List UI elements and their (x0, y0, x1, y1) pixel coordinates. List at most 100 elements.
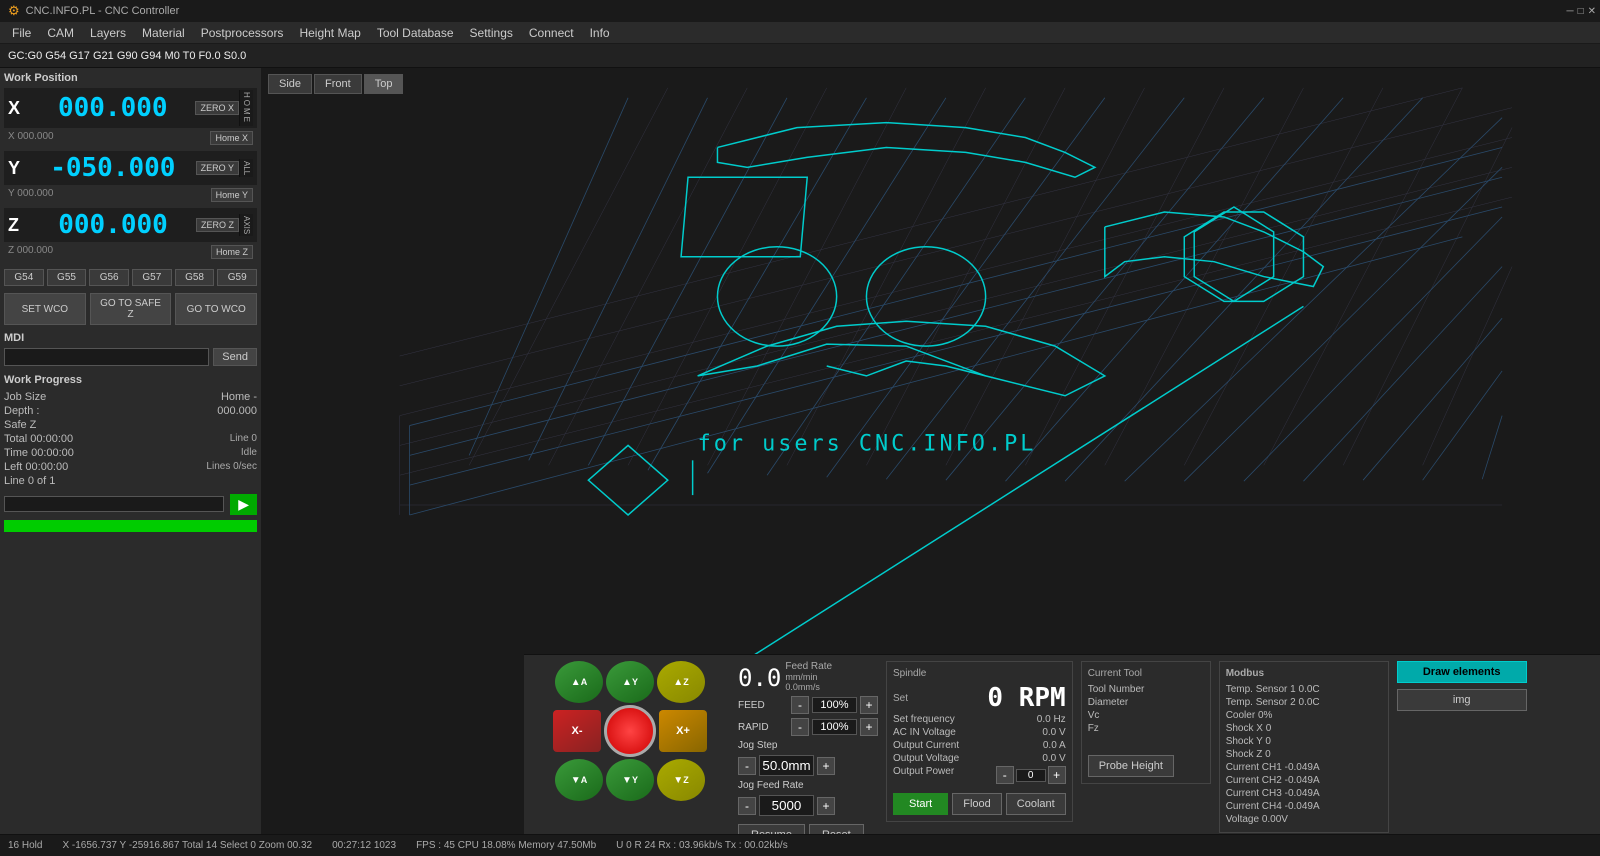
menu-item-file[interactable]: File (4, 24, 39, 42)
jog-step-minus-button[interactable]: - (738, 757, 756, 775)
voltage-label: Voltage (1226, 814, 1259, 825)
menu-item-layers[interactable]: Layers (82, 24, 134, 42)
cnc-3d-view: for users CNC.INFO.PL (262, 68, 1600, 654)
set-wco-button[interactable]: SET WCO (4, 293, 86, 325)
feed-minus-button[interactable]: - (791, 696, 809, 714)
a-plus-button[interactable]: ▲A (555, 661, 603, 703)
menu-item-cam[interactable]: CAM (39, 24, 82, 42)
gcodes-row: G54 G55 G56 G57 G58 G59 (4, 269, 257, 286)
menu-item-postprocessors[interactable]: Postprocessors (193, 24, 292, 42)
feed-plus-button[interactable]: + (860, 696, 878, 714)
close-button[interactable]: ✕ (1588, 6, 1596, 17)
reset-button[interactable]: Reset (809, 824, 864, 834)
output-voltage-label: Output Voltage (893, 753, 959, 764)
svg-text:for users CNC.INFO.PL: for users CNC.INFO.PL (698, 431, 1037, 456)
feed-pct-input[interactable] (812, 697, 857, 713)
minimize-button[interactable]: ─ (1566, 6, 1573, 17)
zero-x-button[interactable]: ZERO X (195, 101, 239, 115)
z-minus-button[interactable]: ▼Z (657, 759, 705, 801)
gcode-g54[interactable]: G54 (4, 269, 44, 286)
home-y-button[interactable]: Home Y (211, 188, 253, 202)
side-view-button[interactable]: Side (268, 74, 312, 94)
rapid-plus-button[interactable]: + (860, 718, 878, 736)
gcode-g55[interactable]: G55 (47, 269, 87, 286)
feed-area: 0.0 Feed Rate mm/min 0.0mm/s FEED - + RA… (738, 661, 878, 834)
connection-status: U 0 R 24 Rx : 03.96kb/s Tx : 00.02kb/s (616, 840, 788, 851)
resume-button[interactable]: Resume (738, 824, 805, 834)
probe-height-button[interactable]: Probe Height (1088, 755, 1174, 777)
safe-z-label: Safe Z (4, 419, 36, 431)
progress-bar (4, 496, 224, 512)
feed-mm-min: mm/min (785, 672, 817, 682)
axis-x-section: X 000.000 ZERO X HOME X 000.000 Home X (4, 88, 257, 149)
estop-button[interactable] (604, 705, 656, 757)
img-button[interactable]: img (1397, 689, 1527, 711)
set-freq-val: 0.0 Hz (1037, 714, 1066, 725)
output-power-input[interactable] (1016, 769, 1046, 782)
ch4-label: Current CH4 (1226, 801, 1282, 812)
idle-status: Idle (241, 447, 257, 459)
canvas-area[interactable]: for users CNC.INFO.PL (262, 68, 1600, 654)
temp2-val: 0.0C (1299, 697, 1320, 708)
ch1-val: -0.049A (1285, 762, 1320, 773)
jog-step-plus-button[interactable]: + (817, 757, 835, 775)
spindle-set-label: Set (893, 693, 908, 704)
front-view-button[interactable]: Front (314, 74, 362, 94)
menu-item-settings[interactable]: Settings (462, 24, 521, 42)
time-status: 00:27:12 1023 (332, 840, 396, 851)
x-plus-button[interactable]: X+ (659, 710, 707, 752)
x-minus-button[interactable]: X- (553, 710, 601, 752)
position-status: X -1656.737 Y -25916.867 Total 14 Select… (62, 840, 312, 851)
go-safe-z-button[interactable]: GO TO SAFE Z (90, 293, 172, 325)
home-x-button[interactable]: Home X (210, 131, 253, 145)
menu-item-connect[interactable]: Connect (521, 24, 582, 42)
axis-z-sub: Z 000.000 Home Z (4, 244, 257, 260)
work-progress-section: Work Progress Job Size Home - Depth : 00… (4, 374, 257, 536)
modbus-title: Modbus (1226, 668, 1382, 679)
send-button[interactable]: Send (213, 348, 257, 366)
top-view-button[interactable]: Top (364, 74, 404, 94)
go-wco-button[interactable]: GO TO WCO (175, 293, 257, 325)
lines-sec: Lines 0/sec (206, 461, 257, 473)
axis-y-label: Y (8, 158, 30, 179)
jog-feed-input[interactable] (759, 795, 814, 816)
play-button[interactable]: ▶ (230, 494, 257, 515)
jog-feed-plus-button[interactable]: + (817, 797, 835, 815)
menu-item-tool database[interactable]: Tool Database (369, 24, 462, 42)
home-z-button[interactable]: Home Z (211, 245, 253, 259)
menu-item-info[interactable]: Info (582, 24, 618, 42)
green-bar (4, 520, 257, 532)
gcode-g57[interactable]: G57 (132, 269, 172, 286)
y-minus-button[interactable]: ▼Y (606, 759, 654, 801)
start-button[interactable]: Start (893, 793, 948, 815)
rapid-minus-button[interactable]: - (791, 718, 809, 736)
jog-feed-minus-button[interactable]: - (738, 797, 756, 815)
jog-step-input[interactable] (759, 755, 814, 776)
output-power-plus[interactable]: + (1048, 766, 1066, 784)
gcode-g56[interactable]: G56 (89, 269, 129, 286)
a-minus-button[interactable]: ▼A (555, 759, 603, 801)
maximize-button[interactable]: □ (1578, 6, 1584, 17)
zero-z-button[interactable]: ZERO Z (196, 218, 239, 232)
gcode-g58[interactable]: G58 (175, 269, 215, 286)
zero-y-button[interactable]: ZERO Y (196, 161, 239, 175)
shock-z-val: 0 (1265, 749, 1271, 760)
temp1-label: Temp. Sensor 1 (1226, 684, 1296, 695)
z-plus-button[interactable]: ▲Z (657, 661, 705, 703)
gcode-g59[interactable]: G59 (217, 269, 257, 286)
flood-button[interactable]: Flood (952, 793, 1002, 815)
draw-elements-button[interactable]: Draw elements (1397, 661, 1527, 683)
shock-z-label: Shock Z (1226, 749, 1263, 760)
tool-number-label: Tool Number (1088, 684, 1145, 695)
spindle-panel: Spindle Set 0 RPM Set frequency 0.0 Hz A… (886, 661, 1073, 822)
coolant-button[interactable]: Coolant (1006, 793, 1066, 815)
output-power-minus[interactable]: - (996, 766, 1014, 784)
mdi-input[interactable] (4, 348, 209, 366)
axis-x-machine: X 000.000 (8, 131, 54, 145)
rapid-pct-input[interactable] (812, 719, 857, 735)
menu-item-height map[interactable]: Height Map (291, 24, 368, 42)
diameter-label: Diameter (1088, 697, 1129, 708)
fz-label: Fz (1088, 723, 1099, 734)
y-plus-button[interactable]: ▲Y (606, 661, 654, 703)
menu-item-material[interactable]: Material (134, 24, 193, 42)
